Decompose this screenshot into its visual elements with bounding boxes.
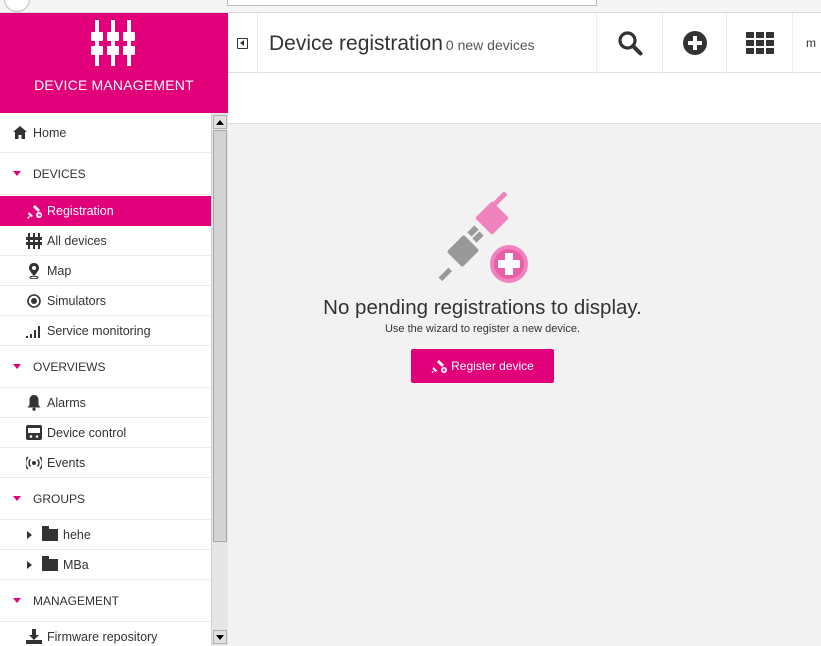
scrollbar-thumb[interactable]	[213, 130, 227, 542]
folder-icon	[42, 525, 58, 541]
signal-bars-icon	[26, 323, 42, 339]
broadcast-icon	[26, 455, 42, 471]
plug-icon	[431, 360, 448, 373]
browser-toolbar	[0, 0, 821, 13]
sidebar-section-groups[interactable]: GROUPS	[0, 478, 211, 520]
sidebar-item-label: All devices	[47, 233, 107, 248]
action-bar	[228, 73, 821, 124]
chevron-right-icon[interactable]	[27, 560, 32, 569]
sidebar-item-service-monitoring[interactable]: Service monitoring	[0, 316, 211, 346]
page-title: Device registration 0 new devices	[269, 32, 535, 56]
top-header: Device registration 0 new devices m	[228, 13, 821, 73]
device-control-icon	[26, 425, 42, 441]
brand-header[interactable]: DEVICE MANAGEMENT	[0, 13, 228, 113]
collapse-sidebar-button[interactable]	[228, 13, 258, 73]
map-pin-icon	[26, 262, 42, 279]
sidebar-section-management[interactable]: MANAGEMENT	[0, 580, 211, 622]
scroll-down-arrow-icon[interactable]	[213, 630, 227, 644]
chevron-down-icon	[13, 598, 21, 603]
brand-title: DEVICE MANAGEMENT	[34, 77, 194, 93]
sidebar-section-label: DEVICES	[33, 166, 86, 181]
sidebar-item-label: Home	[33, 125, 67, 140]
user-menu-label: m	[806, 36, 816, 50]
sidebar-item-home[interactable]: Home	[0, 113, 211, 153]
sidebar-item-label: hehe	[63, 527, 91, 542]
sidebar-section-label: MANAGEMENT	[33, 593, 120, 608]
devices-icon	[26, 232, 42, 249]
add-button[interactable]	[662, 13, 726, 73]
home-icon	[12, 125, 28, 141]
simulator-icon	[26, 293, 42, 309]
sidebar-item-group-hehe[interactable]: hehe	[0, 520, 211, 550]
sidebar-nav: Home DEVICES Registration All devices Ma…	[0, 113, 211, 646]
plug-add-illustration-icon	[438, 192, 528, 283]
page-title-text: Device registration	[269, 32, 443, 55]
search-button[interactable]	[596, 13, 662, 73]
empty-state-title: No pending registrations to display.	[323, 296, 642, 319]
sidebar-item-events[interactable]: Events	[0, 448, 211, 478]
chevron-down-icon	[13, 364, 21, 369]
sidebar-item-label: Registration	[47, 204, 114, 218]
folder-icon	[42, 555, 58, 571]
bell-icon	[26, 394, 42, 411]
sidebar: DEVICE MANAGEMENT Home DEVICES Registrat…	[0, 13, 228, 646]
user-menu-button[interactable]: m	[792, 13, 821, 73]
browser-address-bar[interactable]	[227, 0, 597, 6]
browser-back-button[interactable]	[4, 0, 30, 12]
empty-state-subtitle: Use the wizard to register a new device.	[384, 323, 581, 335]
app-switcher-button[interactable]	[726, 13, 792, 73]
plug-icon	[26, 203, 42, 219]
sidebar-item-label: Alarms	[47, 395, 86, 410]
search-icon	[617, 31, 642, 56]
app-grid-icon	[745, 32, 774, 54]
sidebar-item-group-mba[interactable]: MBa	[0, 550, 211, 580]
sidebar-item-all-devices[interactable]: All devices	[0, 226, 211, 256]
sidebar-section-overviews[interactable]: OVERVIEWS	[0, 346, 211, 388]
sidebar-item-alarms[interactable]: Alarms	[0, 388, 211, 418]
sidebar-section-label: OVERVIEWS	[33, 359, 106, 374]
register-device-label: Register device	[451, 359, 534, 373]
sidebar-item-label: Map	[47, 263, 72, 278]
sidebar-item-simulators[interactable]: Simulators	[0, 286, 211, 316]
brand-devices-icon	[91, 20, 135, 66]
chevron-down-icon	[13, 496, 21, 501]
chevron-down-icon	[13, 171, 21, 176]
sidebar-item-label: Events	[47, 455, 86, 470]
sidebar-item-label: Firmware repository	[47, 629, 158, 644]
sidebar-item-firmware-repository[interactable]: Firmware repository	[0, 622, 211, 646]
page-subtitle: 0 new devices	[445, 37, 535, 53]
sidebar-item-map[interactable]: Map	[0, 256, 211, 286]
add-circle-icon	[682, 31, 707, 55]
sidebar-item-label: Device control	[47, 425, 127, 440]
chevron-right-icon[interactable]	[27, 530, 32, 539]
register-device-button[interactable]: Register device	[411, 349, 554, 383]
sidebar-item-label: MBa	[63, 557, 89, 572]
collapse-sidebar-icon	[237, 37, 248, 49]
sidebar-item-registration[interactable]: Registration	[0, 196, 211, 226]
empty-state: No pending registrations to display. Use…	[228, 124, 821, 646]
sidebar-scrollbar[interactable]	[211, 113, 228, 646]
sidebar-item-label: Simulators	[47, 293, 107, 308]
sidebar-item-label: Service monitoring	[47, 323, 151, 338]
download-icon	[26, 629, 42, 645]
sidebar-item-device-control[interactable]: Device control	[0, 418, 211, 448]
sidebar-section-label: GROUPS	[33, 491, 86, 506]
scroll-up-arrow-icon[interactable]	[213, 115, 227, 129]
sidebar-section-devices[interactable]: DEVICES	[0, 153, 211, 195]
